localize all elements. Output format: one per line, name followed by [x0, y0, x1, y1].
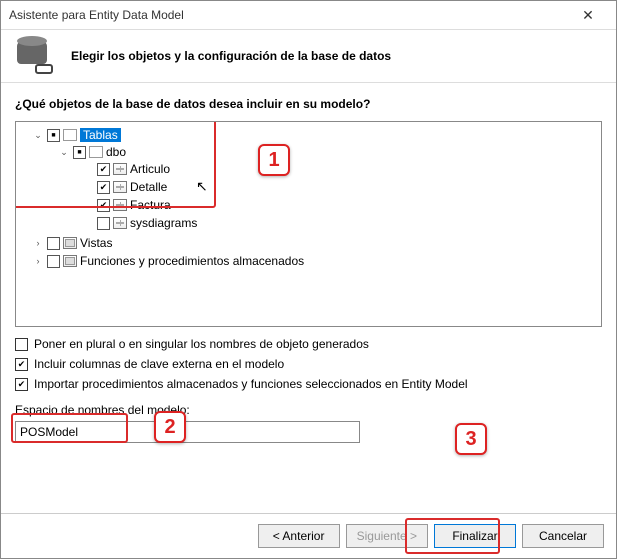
table-icon	[113, 181, 127, 193]
namespace-input[interactable]	[15, 421, 360, 443]
titlebar: Asistente para Entity Data Model ✕	[1, 1, 616, 29]
wizard-buttons: < Anterior Siguiente > Finalizar Cancela…	[1, 513, 616, 558]
option-import-sp[interactable]: Importar procedimientos almacenados y fu…	[15, 377, 602, 391]
checkbox-foreign-keys[interactable]	[15, 358, 28, 371]
tree-label-vistas: Vistas	[80, 236, 112, 250]
checkbox-factura[interactable]	[97, 199, 110, 212]
checkbox-articulo[interactable]	[97, 163, 110, 176]
tree-label-tablas: Tablas	[80, 128, 121, 142]
tree-node-articulo[interactable]: Articulo	[18, 161, 599, 177]
back-button[interactable]: < Anterior	[258, 524, 340, 548]
objects-tree[interactable]: ⌄ Tablas ⌄ dbo	[15, 121, 602, 327]
tree-label-dbo: dbo	[106, 145, 126, 159]
chevron-down-icon[interactable]: ⌄	[32, 129, 44, 141]
tree-label-detalle: Detalle	[130, 180, 167, 194]
tree-node-detalle[interactable]: Detalle	[18, 179, 599, 195]
option-pluralize[interactable]: Poner en plural o en singular los nombre…	[15, 337, 602, 351]
table-icon	[113, 163, 127, 175]
wizard-header: Elegir los objetos y la configuración de…	[1, 29, 616, 83]
tree-node-tablas[interactable]: ⌄ Tablas	[18, 127, 599, 143]
namespace-label: Espacio de nombres del modelo:	[15, 403, 602, 417]
views-group-icon	[63, 237, 77, 249]
checkbox-dbo[interactable]	[73, 146, 86, 159]
sproc-group-icon	[63, 255, 77, 267]
finish-button[interactable]: Finalizar	[434, 524, 516, 548]
tree-label-factura: Factura	[130, 198, 171, 212]
checkbox-vistas[interactable]	[47, 237, 60, 250]
cancel-button[interactable]: Cancelar	[522, 524, 604, 548]
chevron-down-icon[interactable]: ⌄	[58, 146, 70, 158]
tree-node-sysdiagrams[interactable]: sysdiagrams	[18, 215, 599, 231]
checkbox-sprocs[interactable]	[47, 255, 60, 268]
tree-node-sprocs[interactable]: › Funciones y procedimientos almacenados	[18, 253, 599, 269]
tree-node-factura[interactable]: Factura	[18, 197, 599, 213]
next-button: Siguiente >	[346, 524, 428, 548]
wizard-subtitle: Elegir los objetos y la configuración de…	[71, 49, 391, 63]
tree-label-articulo: Articulo	[130, 162, 170, 176]
checkbox-tablas[interactable]	[47, 129, 60, 142]
tree-node-dbo[interactable]: ⌄ dbo	[18, 144, 599, 160]
option-pluralize-label: Poner en plural o en singular los nombre…	[34, 337, 369, 351]
option-foreign-keys[interactable]: Incluir columnas de clave externa en el …	[15, 357, 602, 371]
tree-node-vistas[interactable]: › Vistas	[18, 235, 599, 251]
annotation-callout-3: 3	[455, 423, 487, 455]
table-icon	[113, 217, 127, 229]
tree-label-sprocs: Funciones y procedimientos almacenados	[80, 254, 304, 268]
checkbox-detalle[interactable]	[97, 181, 110, 194]
close-icon[interactable]: ✕	[568, 7, 608, 24]
option-import-sp-label: Importar procedimientos almacenados y fu…	[34, 377, 468, 391]
tree-label-sysdiagrams: sysdiagrams	[130, 216, 197, 230]
schema-icon	[89, 146, 103, 158]
database-plug-icon	[17, 38, 53, 74]
checkbox-sysdiagrams[interactable]	[97, 217, 110, 230]
option-foreign-keys-label: Incluir columnas de clave externa en el …	[34, 357, 284, 371]
prompt-label: ¿Qué objetos de la base de datos desea i…	[15, 97, 602, 111]
window-title: Asistente para Entity Data Model	[9, 8, 568, 22]
table-icon	[113, 199, 127, 211]
checkbox-pluralize[interactable]	[15, 338, 28, 351]
chevron-right-icon[interactable]: ›	[32, 237, 44, 249]
tables-group-icon	[63, 129, 77, 141]
checkbox-import-sp[interactable]	[15, 378, 28, 391]
chevron-right-icon[interactable]: ›	[32, 255, 44, 267]
